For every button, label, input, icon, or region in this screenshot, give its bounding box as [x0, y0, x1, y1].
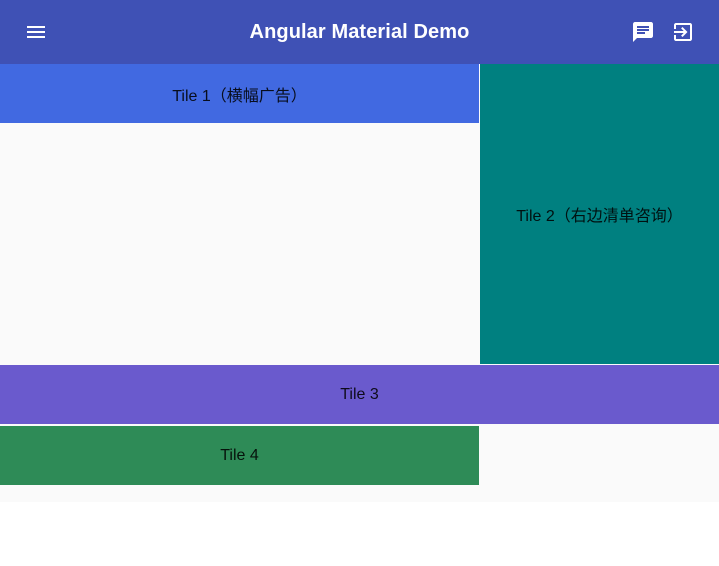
- tile-2[interactable]: Tile 2（右边清单咨询）: [480, 64, 719, 364]
- chat-icon: [633, 22, 653, 42]
- tile-2-label: Tile 2（右边清单咨询）: [516, 208, 683, 225]
- tile-1-label: Tile 1（横幅广告）: [172, 87, 307, 105]
- logout-button[interactable]: [663, 12, 703, 52]
- app-page: Angular Material Demo Tile 1（横幅广告） Tile …: [0, 0, 719, 566]
- tile-4[interactable]: Tile 4: [0, 426, 479, 485]
- tile-3[interactable]: Tile 3: [0, 365, 719, 424]
- tile-3-label: Tile 3: [340, 385, 379, 403]
- tile-1[interactable]: Tile 1（横幅广告）: [0, 64, 479, 123]
- tile-4-label: Tile 4: [220, 446, 259, 464]
- logout-icon: [674, 23, 692, 41]
- grid-list: Tile 1（横幅广告） Tile 2（右边清单咨询） Tile 3 Tile …: [0, 64, 719, 502]
- chat-button[interactable]: [623, 12, 663, 52]
- top-toolbar: Angular Material Demo: [0, 0, 719, 64]
- app-title: Angular Material Demo: [249, 21, 470, 43]
